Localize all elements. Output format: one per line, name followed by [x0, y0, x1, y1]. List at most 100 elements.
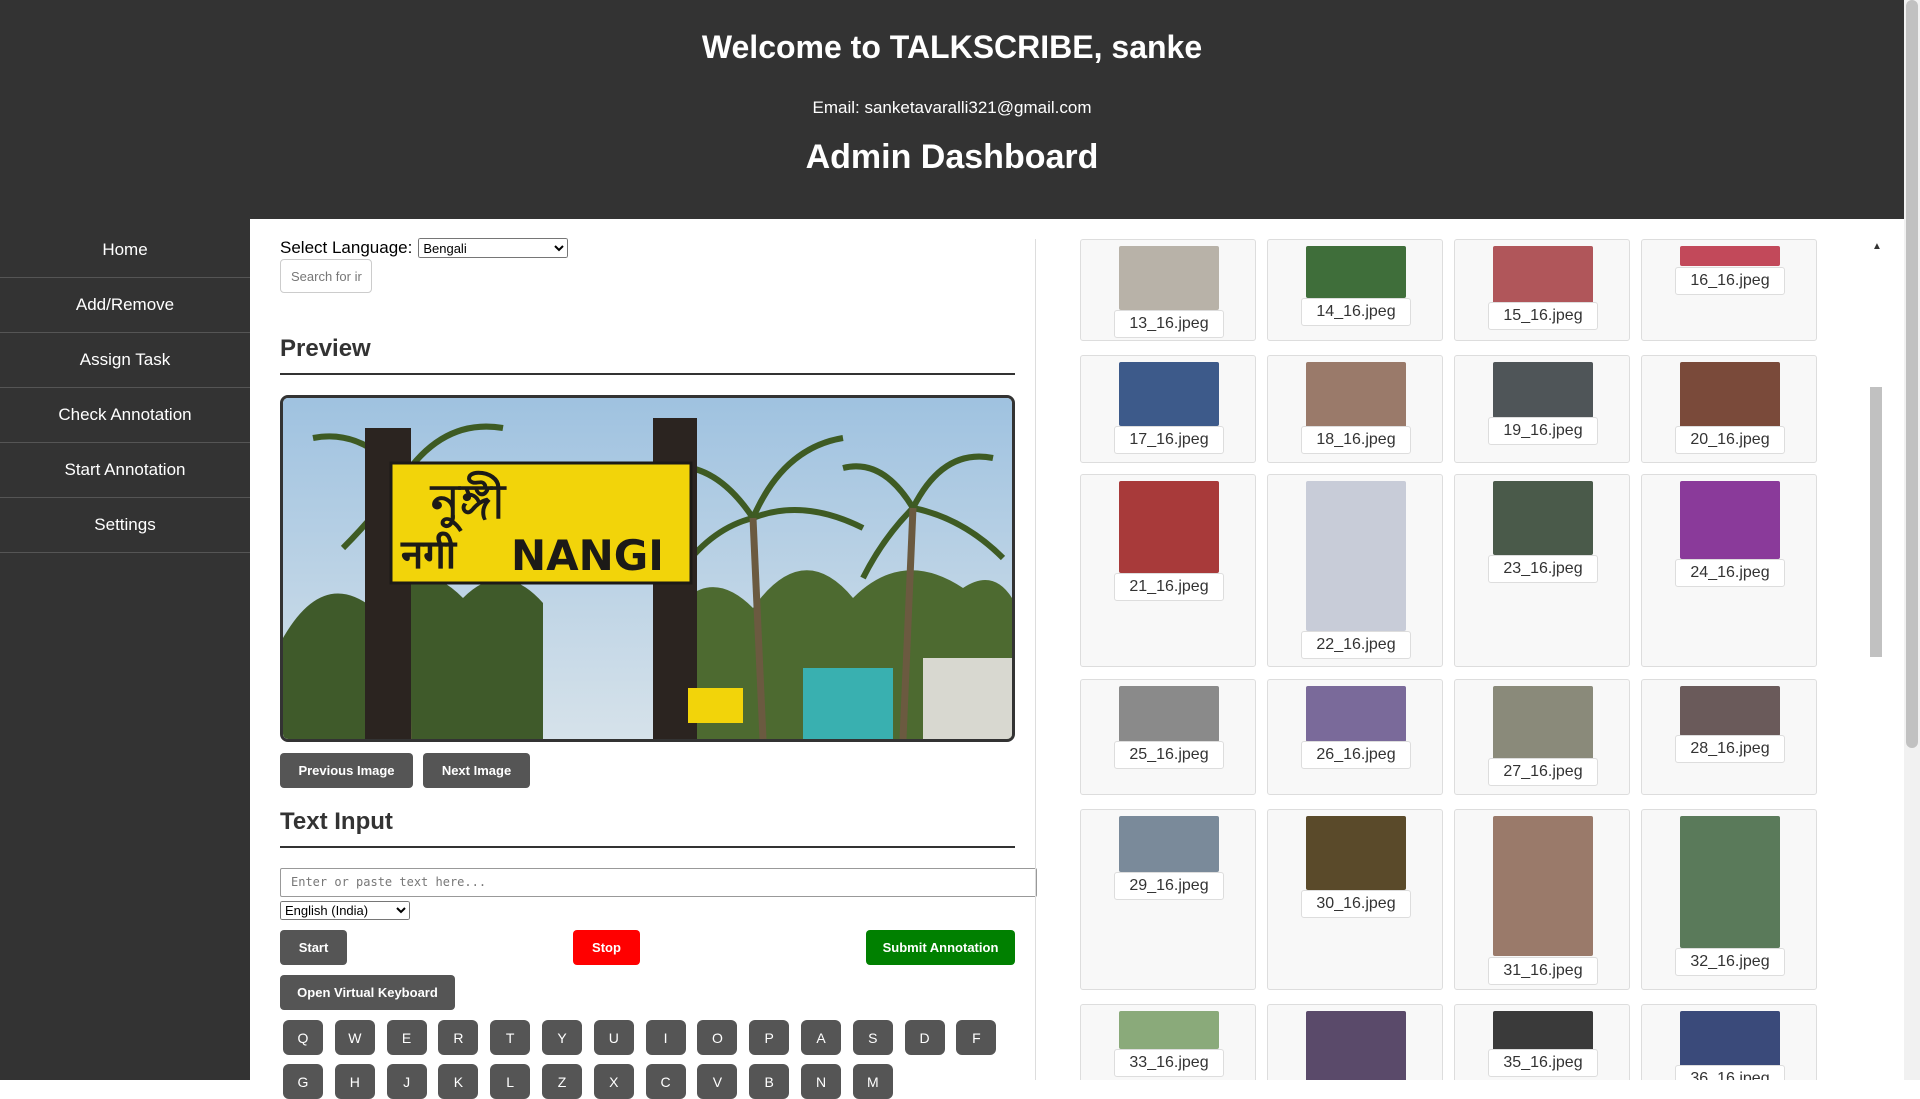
sidebar-item-home[interactable]: Home [0, 223, 250, 278]
gallery-card[interactable]: 19_16.jpeg [1454, 355, 1630, 463]
gallery-card[interactable]: 29_16.jpeg [1080, 809, 1256, 990]
gallery-thumbnail[interactable] [1493, 362, 1593, 418]
gallery-card[interactable]: 22_16.jpeg [1267, 474, 1443, 667]
gallery-card[interactable]: 24_16.jpeg [1641, 474, 1817, 667]
sign-bengali-text: নুঙ্গী [429, 470, 507, 533]
gallery-thumbnail[interactable] [1680, 1011, 1780, 1071]
key-g[interactable]: G [283, 1064, 323, 1099]
gallery-thumbnail[interactable] [1493, 816, 1593, 956]
gallery-thumbnail[interactable] [1119, 816, 1219, 872]
gallery-card[interactable]: 30_16.jpeg [1267, 809, 1443, 990]
key-j[interactable]: J [386, 1064, 427, 1099]
submit-annotation-button[interactable]: Submit Annotation [866, 930, 1015, 965]
key-b[interactable]: B [749, 1064, 790, 1099]
gallery-thumbnail[interactable] [1306, 816, 1406, 890]
language-select[interactable]: Bengali [418, 238, 569, 258]
gallery-thumbnail[interactable] [1119, 686, 1219, 742]
key-p[interactable]: P [749, 1020, 790, 1055]
key-f[interactable]: F [956, 1020, 997, 1055]
gallery-thumbnail[interactable] [1680, 686, 1780, 736]
start-recording-button[interactable]: Start [280, 930, 347, 965]
key-r[interactable]: R [438, 1020, 479, 1055]
previous-image-button[interactable]: Previous Image [280, 753, 413, 788]
gallery-card[interactable]: 25_16.jpeg [1080, 679, 1256, 795]
key-w[interactable]: W [334, 1020, 375, 1055]
annotation-textarea[interactable]: Enter or paste text here... [280, 868, 1037, 897]
stop-recording-button[interactable]: Stop [573, 930, 640, 965]
key-c[interactable]: C [645, 1064, 686, 1099]
gallery-caption: 31_16.jpeg [1488, 957, 1598, 985]
gallery-card[interactable]: 15_16.jpeg [1454, 239, 1630, 341]
key-q[interactable]: Q [283, 1020, 323, 1055]
gallery-card[interactable]: 32_16.jpeg [1641, 809, 1817, 990]
key-h[interactable]: H [334, 1064, 375, 1099]
key-a[interactable]: A [801, 1020, 841, 1055]
gallery-thumbnail[interactable] [1680, 246, 1780, 266]
key-t[interactable]: T [490, 1020, 531, 1055]
key-e[interactable]: E [386, 1020, 427, 1055]
gallery-thumbnail[interactable] [1119, 362, 1219, 426]
gallery-thumbnail[interactable] [1680, 362, 1780, 429]
gallery-card[interactable]: 13_16.jpeg [1080, 239, 1256, 341]
key-v[interactable]: V [697, 1064, 738, 1099]
gallery-card[interactable]: 17_16.jpeg [1080, 355, 1256, 463]
gallery-thumbnail[interactable] [1306, 362, 1406, 429]
next-image-button[interactable]: Next Image [423, 753, 530, 788]
sidebar-item-check-annotation[interactable]: Check Annotation [0, 388, 250, 443]
gallery-thumbnail[interactable] [1493, 686, 1593, 760]
gallery-card[interactable]: 31_16.jpeg [1454, 809, 1630, 990]
key-d[interactable]: D [904, 1020, 945, 1055]
gallery-thumbnail[interactable] [1680, 816, 1780, 948]
key-z[interactable]: Z [542, 1064, 582, 1099]
key-i[interactable]: I [645, 1020, 686, 1055]
sign-english-text: NANGI [511, 531, 664, 580]
gallery-caption: 26_16.jpeg [1301, 741, 1411, 769]
gallery-card[interactable]: 18_16.jpeg [1267, 355, 1443, 463]
gallery-card[interactable]: 35_16.jpeg [1454, 1004, 1630, 1080]
gallery-thumbnail[interactable] [1119, 246, 1219, 310]
page-scrollbar[interactable] [1906, 0, 1918, 748]
gallery-caption: 29_16.jpeg [1114, 872, 1224, 900]
gallery-thumbnail[interactable] [1119, 1011, 1219, 1049]
gallery-card[interactable]: 23_16.jpeg [1454, 474, 1630, 667]
sidebar-item-settings[interactable]: Settings [0, 498, 250, 553]
gallery-thumbnail[interactable] [1306, 686, 1406, 742]
key-s[interactable]: S [852, 1020, 893, 1055]
sidebar-item-assign-task[interactable]: Assign Task [0, 333, 250, 388]
open-keyboard-button[interactable]: Open Virtual Keyboard [280, 975, 455, 1010]
gallery-thumbnail[interactable] [1493, 1011, 1593, 1051]
gallery-thumbnail[interactable] [1306, 481, 1406, 631]
key-m[interactable]: M [852, 1064, 893, 1099]
key-k[interactable]: K [438, 1064, 479, 1099]
key-n[interactable]: N [801, 1064, 841, 1099]
key-y[interactable]: Y [542, 1020, 582, 1055]
key-l[interactable]: L [490, 1064, 531, 1099]
gallery-thumbnail[interactable] [1306, 246, 1406, 298]
gallery-thumbnail[interactable] [1493, 246, 1593, 304]
gallery-scroll-up-icon[interactable]: ▲ [1872, 241, 1882, 252]
gallery-card[interactable]: 26_16.jpeg [1267, 679, 1443, 795]
image-search-input[interactable]: Search for ir [280, 259, 372, 293]
sidebar-item-start-annotation[interactable]: Start Annotation [0, 443, 250, 498]
gallery-thumbnail[interactable] [1493, 481, 1593, 555]
gallery-card[interactable]: 20_16.jpeg [1641, 355, 1817, 463]
sidebar: Home Add/Remove Assign Task Check Annota… [0, 219, 250, 1080]
gallery-thumbnail[interactable] [1680, 481, 1780, 559]
sidebar-item-add-remove[interactable]: Add/Remove [0, 278, 250, 333]
gallery-card[interactable]: 33_16.jpeg [1080, 1004, 1256, 1080]
gallery-card[interactable]: 27_16.jpeg [1454, 679, 1630, 795]
gallery-card[interactable]: 36_16.jpeg [1641, 1004, 1817, 1080]
key-x[interactable]: X [593, 1064, 634, 1099]
gallery-card[interactable]: 14_16.jpeg [1267, 239, 1443, 341]
gallery-card[interactable]: 16_16.jpeg [1641, 239, 1817, 341]
gallery-card[interactable]: 21_16.jpeg [1080, 474, 1256, 667]
key-o[interactable]: O [697, 1020, 738, 1055]
gallery-scrollbar[interactable] [1870, 387, 1882, 657]
speech-language-select[interactable]: English (India) [280, 901, 410, 920]
gallery-card[interactable]: 34_16.jpeg [1267, 1004, 1443, 1080]
key-u[interactable]: U [593, 1020, 634, 1055]
gallery-card[interactable]: 28_16.jpeg [1641, 679, 1817, 795]
gallery-thumbnail[interactable] [1119, 481, 1219, 573]
gallery-thumbnail[interactable] [1306, 1011, 1406, 1080]
gallery-caption: 21_16.jpeg [1114, 573, 1224, 601]
